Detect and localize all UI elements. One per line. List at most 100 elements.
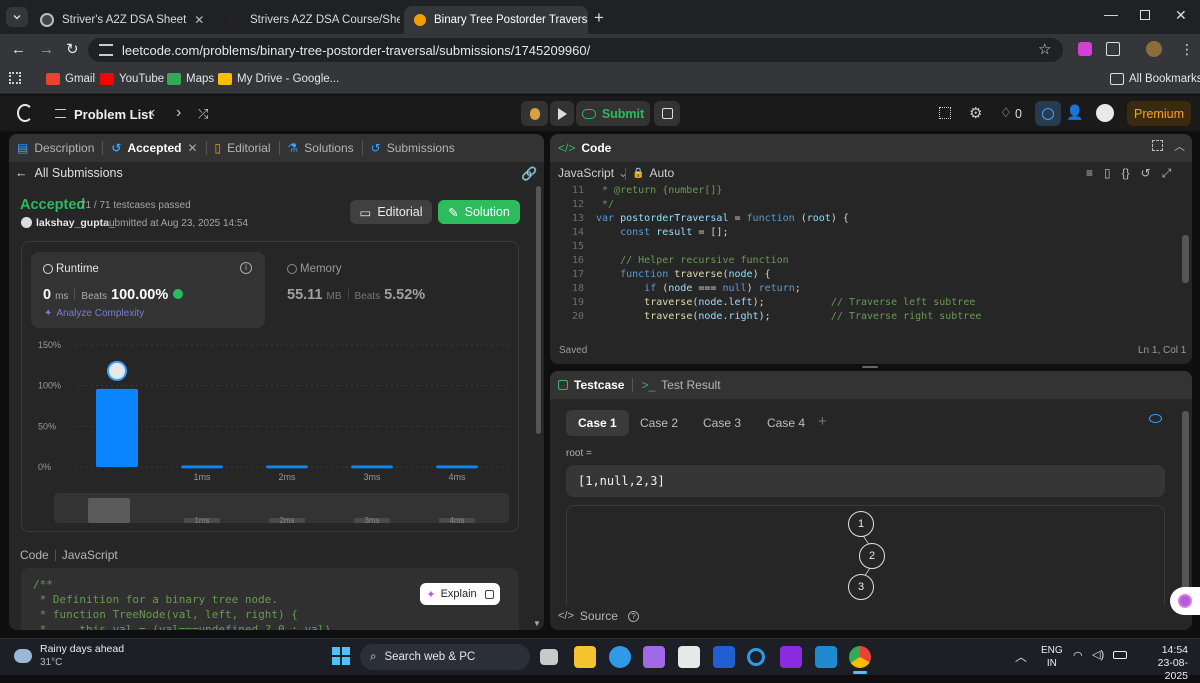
- reset-icon[interactable]: ↺: [1141, 166, 1151, 181]
- auto-mode[interactable]: 🔒 Auto: [632, 166, 674, 180]
- tab-solutions[interactable]: ⚗ Solutions: [280, 141, 362, 155]
- expand-icon[interactable]: [1152, 140, 1163, 151]
- analyze-complexity-link[interactable]: ✦ Analyze Complexity: [44, 308, 144, 319]
- next-problem-icon[interactable]: ›: [176, 104, 181, 122]
- close-tab-icon[interactable]: ✕: [186, 13, 204, 27]
- volume-icon[interactable]: ◁): [1092, 648, 1104, 661]
- cortana-ring-icon[interactable]: [747, 648, 765, 666]
- bookmark-gmail[interactable]: Gmail: [46, 70, 95, 88]
- layout-icon[interactable]: [939, 107, 951, 119]
- user-avatar[interactable]: [1096, 104, 1114, 122]
- taskbar-search[interactable]: ⌕ Search web & PC: [360, 644, 530, 670]
- forward-icon[interactable]: →: [39, 41, 54, 58]
- wifi-icon[interactable]: ◠: [1073, 649, 1083, 662]
- floating-assistant-icon[interactable]: [1170, 587, 1200, 615]
- case-4-tab[interactable]: Case 4: [755, 410, 817, 436]
- fullscreen-icon[interactable]: ⤢: [1162, 166, 1172, 181]
- site-info-icon[interactable]: [99, 44, 113, 56]
- new-tab-icon[interactable]: +: [594, 8, 604, 28]
- clock[interactable]: 14:54 23-08-2025: [1136, 644, 1188, 683]
- tab-accepted[interactable]: ↺ Accepted ✕: [103, 141, 205, 155]
- chrome-icon[interactable]: [849, 646, 871, 668]
- back-icon[interactable]: ←: [11, 41, 26, 58]
- prev-problem-icon[interactable]: ‹: [150, 104, 155, 122]
- case-1-tab[interactable]: Case 1: [566, 410, 629, 436]
- shuffle-icon[interactable]: ⤮: [198, 106, 208, 122]
- browser-tab-3-active[interactable]: Binary Tree Postorder Traversal ✕: [404, 6, 588, 34]
- collapse-icon[interactable]: ︿: [1174, 138, 1185, 154]
- case-3-tab[interactable]: Case 3: [691, 410, 753, 436]
- add-friend-icon[interactable]: 👤: [1066, 104, 1083, 121]
- streak-fire-icon[interactable]: ♢: [1000, 105, 1012, 121]
- premium-button[interactable]: Premium: [1127, 101, 1191, 126]
- editor-scrollbar[interactable]: [1182, 235, 1189, 283]
- language-indicator[interactable]: ENG IN: [1041, 644, 1063, 670]
- all-submissions-link[interactable]: ← All Submissions: [15, 166, 123, 180]
- jetbrains-icon[interactable]: [780, 646, 802, 668]
- solution-button[interactable]: ✎ Solution: [438, 200, 520, 224]
- extensions-icon[interactable]: [1106, 42, 1120, 56]
- battery-icon[interactable]: [1113, 651, 1127, 659]
- format-icon[interactable]: ≡: [1086, 166, 1093, 181]
- code-editor-body[interactable]: 11 * @return {number[]} 12 */13 var postor…: [550, 183, 1192, 335]
- minimize-icon[interactable]: —: [1104, 6, 1118, 22]
- timer-button[interactable]: [1035, 101, 1061, 126]
- settings-gear-icon[interactable]: ⚙: [969, 104, 982, 122]
- task-view-icon[interactable]: [540, 649, 558, 665]
- submit-button[interactable]: Submit: [576, 101, 650, 126]
- left-scrollbar[interactable]: [536, 186, 541, 434]
- store-icon[interactable]: [678, 646, 700, 668]
- tab-code[interactable]: </> Code: [550, 141, 619, 155]
- case-2-tab[interactable]: Case 2: [628, 410, 690, 436]
- help-icon[interactable]: ?: [627, 610, 639, 622]
- tab-description[interactable]: ▤ Description: [9, 141, 102, 155]
- braces-icon[interactable]: {}: [1122, 166, 1130, 181]
- add-case-icon[interactable]: +: [818, 413, 827, 430]
- copy-icon[interactable]: [484, 589, 494, 599]
- tab-search-icon[interactable]: [6, 7, 28, 27]
- tab-testcase[interactable]: Testcase: [550, 378, 632, 392]
- start-windows-icon[interactable]: [332, 647, 350, 665]
- param-input[interactable]: [1,null,2,3]: [566, 465, 1165, 497]
- browser-tab-1[interactable]: Striver's A2Z DSA Sheet ✕: [30, 6, 212, 34]
- bookmark-youtube[interactable]: YouTube: [100, 70, 164, 88]
- reload-icon[interactable]: ↻: [66, 40, 79, 58]
- close-window-icon[interactable]: ✕: [1175, 7, 1187, 24]
- bookmark-icon[interactable]: ▯: [1104, 166, 1111, 181]
- source-link[interactable]: </> Source ?: [558, 609, 639, 623]
- language-selector[interactable]: JavaScript ⌄: [558, 166, 628, 180]
- problem-list-icon[interactable]: [55, 109, 66, 118]
- url-input[interactable]: leetcode.com/problems/binary-tree-postor…: [88, 38, 1063, 62]
- leetcode-logo[interactable]: [17, 104, 33, 122]
- notes-button[interactable]: [654, 101, 680, 126]
- maximize-icon[interactable]: [1140, 10, 1150, 20]
- tab-test-result[interactable]: >_ Test Result: [633, 378, 728, 392]
- edge-icon[interactable]: [609, 646, 631, 668]
- explain-button[interactable]: ✦ Explain: [420, 583, 500, 605]
- run-button[interactable]: [550, 101, 574, 126]
- resize-handle[interactable]: [862, 366, 878, 368]
- scroll-down-icon[interactable]: ▼: [533, 619, 541, 628]
- submitter-username[interactable]: lakshay_gupta_: [36, 217, 115, 229]
- copilot-icon[interactable]: [643, 646, 665, 668]
- testcase-scrollbar[interactable]: [1182, 411, 1189, 611]
- runtime-distribution-chart[interactable]: 150% 100% 50% 0% 1ms 2ms 3ms 4ms 1ms 2ms 3ms 4ms: [21, 335, 519, 532]
- bookmark-star-icon[interactable]: ☆: [1038, 40, 1051, 58]
- apps-grid-icon[interactable]: [9, 72, 21, 84]
- share-link-icon[interactable]: 🔗: [521, 166, 537, 182]
- file-explorer-icon[interactable]: [574, 646, 596, 668]
- info-icon[interactable]: i: [240, 262, 252, 274]
- bookmark-maps[interactable]: Maps: [167, 70, 214, 88]
- tab-submissions[interactable]: ↺ Submissions: [363, 141, 463, 155]
- all-bookmarks[interactable]: All Bookmarks: [1110, 70, 1200, 88]
- editorial-button[interactable]: ▭ Editorial: [350, 200, 432, 224]
- vscode-icon[interactable]: [815, 646, 837, 668]
- visibility-eye-icon[interactable]: [1149, 414, 1162, 423]
- problem-list-link[interactable]: Problem List: [74, 107, 153, 122]
- tab-editorial[interactable]: ▯ Editorial: [207, 141, 279, 155]
- tray-chevron-icon[interactable]: ︿: [1015, 648, 1027, 665]
- close-tab-icon[interactable]: ✕: [187, 141, 197, 155]
- weather-widget[interactable]: Rainy days ahead 31°C: [14, 643, 124, 669]
- app-l-icon[interactable]: [713, 646, 735, 668]
- browser-menu-icon[interactable]: ⋮: [1180, 41, 1194, 58]
